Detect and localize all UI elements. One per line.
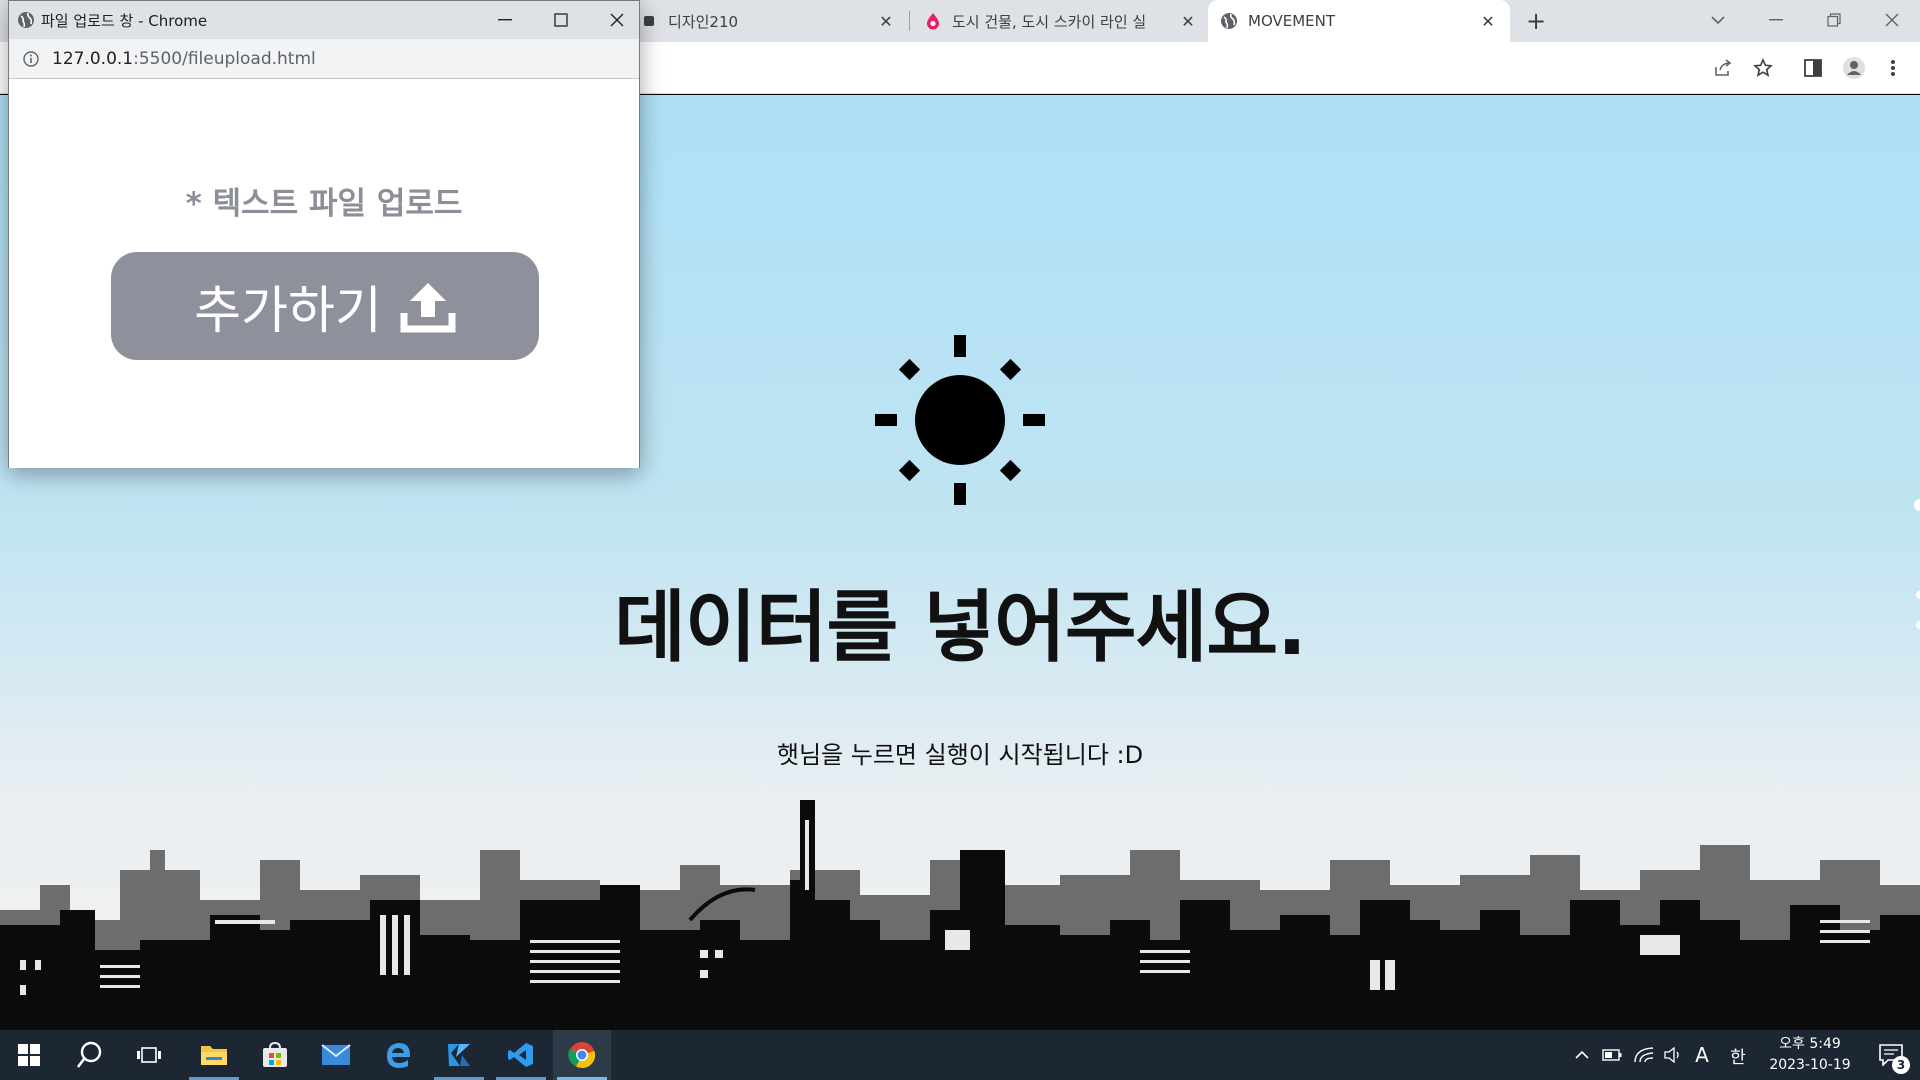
vscode-icon[interactable]: [492, 1030, 550, 1080]
edge-decoration: [1914, 499, 1920, 629]
close-icon[interactable]: ✕: [1178, 12, 1198, 31]
mail-icon[interactable]: [307, 1030, 365, 1080]
tab-title: 도시 건물, 도시 스카이 라인 실: [952, 12, 1147, 31]
url-host: 127.0.0.1: [52, 49, 134, 69]
city-skyline-illustration: [0, 800, 1920, 1030]
globe-icon: [17, 11, 35, 33]
close-window-icon[interactable]: [1864, 0, 1920, 40]
globe-icon: [1220, 12, 1238, 30]
profile-icon[interactable]: [1838, 52, 1870, 84]
edge-legacy-icon[interactable]: [369, 1030, 427, 1080]
tab-title: 디자인210: [668, 12, 739, 31]
wifi-icon[interactable]: [1630, 1030, 1658, 1080]
notification-icon[interactable]: 3: [1862, 1030, 1920, 1080]
minimize-icon[interactable]: [1748, 0, 1804, 40]
tab-divider: [909, 11, 910, 31]
store-icon[interactable]: [246, 1030, 304, 1080]
popup-url: 127.0.0.1:5500/fileupload.html: [52, 39, 316, 79]
upload-icon: [400, 283, 456, 333]
share-icon[interactable]: [1707, 52, 1739, 84]
url-path: :5500/fileupload.html: [133, 49, 316, 69]
taskbar: A 한 오후 5:49 2023-10-19 3: [0, 1030, 1920, 1080]
page-subtext: 햇님을 누르면 실행이 시작됩니다 :D: [776, 741, 1144, 769]
tab-design210[interactable]: 디자인210 ✕: [628, 0, 908, 42]
add-file-button[interactable]: 추가하기: [111, 252, 539, 360]
system-clock[interactable]: 오후 5:49 2023-10-19: [1760, 1034, 1860, 1076]
star-icon[interactable]: [1747, 52, 1779, 84]
volume-icon[interactable]: [1660, 1030, 1688, 1080]
tab-city-skyline[interactable]: 도시 건물, 도시 스카이 라인 실 ✕: [912, 0, 1210, 42]
close-icon[interactable]: ✕: [1478, 12, 1498, 31]
sun-icon[interactable]: [875, 335, 1045, 505]
battery-icon[interactable]: [1598, 1030, 1626, 1080]
tray-overflow-icon[interactable]: [1570, 1030, 1594, 1080]
task-view-icon[interactable]: [120, 1030, 178, 1080]
ime-language-indicator[interactable]: 한: [1724, 1030, 1752, 1080]
maximize-icon[interactable]: [533, 1, 589, 39]
tab-title: MOVEMENT: [1248, 12, 1336, 30]
file-upload-popup-window: 파일 업로드 창 - Chrome 127.0.0.1:5500/fileupl…: [8, 0, 640, 468]
chrome-icon[interactable]: [553, 1030, 611, 1080]
add-file-button-label: 추가하기: [194, 282, 382, 341]
kotlin-icon[interactable]: [430, 1030, 488, 1080]
tab-search-icon[interactable]: [1690, 0, 1746, 40]
popup-page-body: * 텍스트 파일 업로드 추가하기: [9, 80, 639, 468]
new-tab-button[interactable]: +: [1520, 6, 1552, 36]
popup-title-bar[interactable]: 파일 업로드 창 - Chrome: [9, 1, 639, 39]
search-icon[interactable]: [60, 1030, 118, 1080]
page-headline: 데이터를 넣어주세요.: [614, 583, 1307, 673]
notification-count-badge: 3: [1892, 1056, 1910, 1074]
restore-icon[interactable]: [1806, 0, 1862, 40]
clock-date: 2023-10-19: [1769, 1057, 1851, 1073]
popup-title: 파일 업로드 창 - Chrome: [41, 12, 208, 30]
info-icon[interactable]: [23, 51, 39, 71]
tab-movement[interactable]: MOVEMENT ✕: [1208, 0, 1510, 42]
minimize-icon[interactable]: [477, 1, 533, 39]
start-icon[interactable]: [0, 1030, 58, 1080]
pink-drop-icon: [924, 12, 942, 30]
close-icon[interactable]: ✕: [876, 12, 896, 31]
upload-label: * 텍스트 파일 업로드: [185, 186, 463, 222]
clock-time: 오후 5:49: [1779, 1036, 1841, 1052]
close-window-icon[interactable]: [589, 1, 645, 39]
ime-mode-indicator[interactable]: A: [1690, 1030, 1714, 1080]
popup-address-bar[interactable]: 127.0.0.1:5500/fileupload.html: [9, 39, 639, 79]
file-explorer-icon[interactable]: [185, 1030, 243, 1080]
menu-icon[interactable]: [1877, 52, 1909, 84]
side-panel-icon[interactable]: [1797, 52, 1829, 84]
